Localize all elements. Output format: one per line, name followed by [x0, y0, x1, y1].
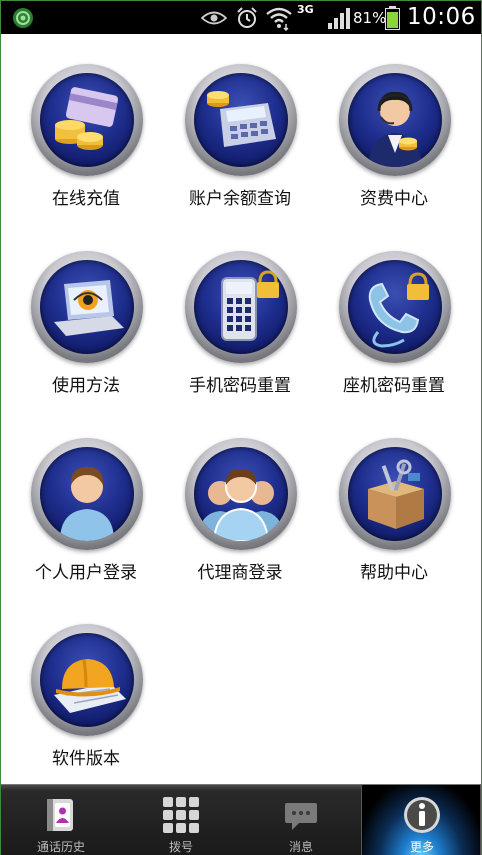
feature-grid: 在线充值 账户余额查询 资费中心 使用方法 手机密码重置 座机密码重置 个人用户…	[1, 34, 481, 784]
tab-label: 通话历史	[36, 840, 85, 854]
wifi-icon	[266, 7, 292, 31]
app-icon	[13, 8, 33, 28]
tile-label: 代理商登录	[197, 563, 283, 583]
user-group-icon	[198, 469, 284, 541]
tile-label: 座机密码重置	[343, 376, 445, 396]
laptop-eye-icon	[54, 280, 124, 336]
tile-personal-login[interactable]: 个人用户登录	[6, 438, 166, 608]
tab-label: 消息	[288, 840, 313, 854]
status-bar: 3G 81% 10:06	[1, 1, 481, 34]
tile-agent-login[interactable]: 代理商登录	[160, 438, 320, 608]
hardhat-blueprint-icon	[54, 659, 126, 713]
telephone-handset-lock-icon	[368, 272, 429, 348]
tile-online-recharge[interactable]: 在线充值	[6, 64, 166, 234]
tab-label: 拨号	[168, 840, 193, 854]
tab-dialpad[interactable]: 拨号	[121, 785, 241, 855]
tile-label: 软件版本	[52, 749, 120, 769]
toolbox-icon	[368, 459, 424, 529]
phone-keypad-lock-icon	[221, 270, 279, 341]
signal-icon	[328, 8, 350, 29]
tab-label: 更多	[409, 840, 434, 854]
tile-label: 在线充值	[52, 189, 120, 209]
tile-landline-password-reset[interactable]: 座机密码重置	[314, 251, 474, 421]
agent-headset-icon	[368, 91, 422, 167]
tab-more[interactable]: 更多	[361, 785, 481, 855]
tile-tariff-center[interactable]: 资费中心	[314, 64, 474, 234]
info-icon	[404, 797, 440, 833]
tile-label: 手机密码重置	[189, 376, 291, 396]
tab-call-history[interactable]: 通话历史	[1, 785, 121, 855]
tile-help-center[interactable]: 帮助中心	[314, 438, 474, 608]
eye-icon	[201, 11, 227, 25]
clock: 10:06	[407, 4, 476, 30]
recharge-card-coins-icon	[55, 87, 119, 150]
calculator-coins-icon	[207, 91, 276, 147]
tile-mobile-password-reset[interactable]: 手机密码重置	[160, 251, 320, 421]
bottom-tab-bar: 通话历史 拨号 消息 更多	[1, 784, 481, 855]
alarm-icon	[237, 7, 257, 28]
dialpad-icon	[163, 797, 199, 833]
tile-label: 个人用户登录	[35, 563, 137, 583]
tile-label: 帮助中心	[360, 563, 428, 583]
message-icon	[285, 803, 317, 830]
tile-balance-inquiry[interactable]: 账户余额查询	[160, 64, 320, 234]
call-history-icon	[47, 799, 73, 831]
tile-label: 资费中心	[360, 189, 428, 209]
single-user-icon	[60, 467, 114, 541]
tile-software-version[interactable]: 软件版本	[6, 624, 166, 794]
tile-label: 账户余额查询	[189, 189, 291, 209]
tile-label: 使用方法	[52, 376, 120, 396]
battery-percent: 81%	[353, 9, 387, 27]
network-type-label: 3G	[297, 3, 314, 16]
battery-icon	[385, 6, 400, 30]
tab-messages[interactable]: 消息	[241, 785, 361, 855]
tile-usage-guide[interactable]: 使用方法	[6, 251, 166, 421]
